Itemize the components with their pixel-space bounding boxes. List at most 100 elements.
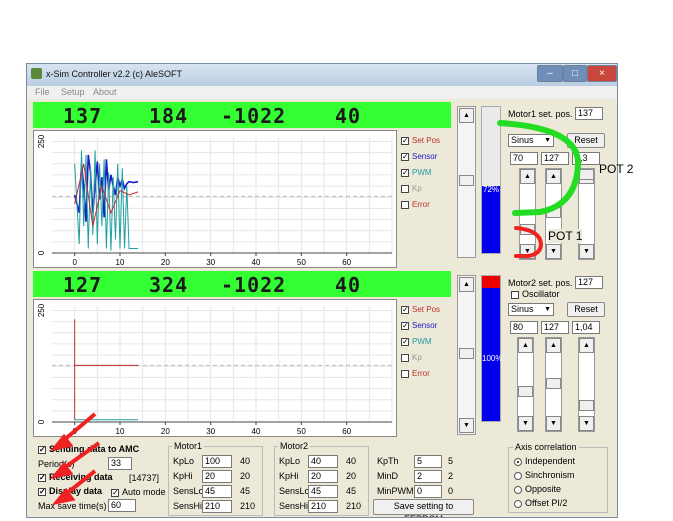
motor2-slider2-up[interactable]: ▲ (546, 338, 561, 353)
legend2-sensor[interactable]: ✓ Sensor (401, 321, 437, 330)
motor1-v3-field[interactable]: 0,3 (572, 152, 600, 165)
motor2-setpos-field[interactable]: 127 (575, 276, 603, 289)
auto-mode-checkbox[interactable]: ✓ Auto mode (111, 487, 166, 497)
legend2-setpos-checkbox[interactable]: ✓ (401, 305, 409, 314)
motor2-slider1-up[interactable]: ▲ (518, 338, 533, 353)
legend2-setpos[interactable]: ✓ Set Pos (401, 305, 440, 314)
motor2-mode-select[interactable]: Sinus ▼ (508, 303, 554, 316)
sending-data-checkbox[interactable]: ✓ Sending data to AMC (38, 444, 139, 454)
motor2-slider3-down[interactable]: ▼ (579, 416, 594, 431)
motor1_group-row-field[interactable]: 45 (202, 485, 232, 498)
motor1-slider-3[interactable]: ▲ ▼ (578, 168, 595, 260)
motor2-slider-3[interactable]: ▲ ▼ (578, 337, 595, 432)
motor1-slider2-thumb[interactable] (546, 207, 561, 218)
motor1-v2-field[interactable]: 127 (541, 152, 569, 165)
motor1-scroll-up[interactable]: ▲ (459, 108, 474, 123)
motor1_group-row-field[interactable]: 100 (202, 455, 232, 468)
motor2-v1-field[interactable]: 80 (510, 321, 538, 334)
motor2-scroll-down[interactable]: ▼ (459, 418, 474, 433)
axis-option-radio[interactable]: Opposite (514, 484, 561, 494)
menu-file[interactable]: File (35, 87, 50, 97)
motor2-slider2-down[interactable]: ▼ (546, 416, 561, 431)
motor1-v1-field[interactable]: 70 (510, 152, 538, 165)
menu-about[interactable]: About (93, 87, 117, 97)
menu-setup[interactable]: Setup (61, 87, 85, 97)
motor2-slider1-down[interactable]: ▼ (518, 416, 533, 431)
receiving-data-checkbox[interactable]: ✓ Receiving data (38, 472, 113, 482)
axis-option-radio[interactable]: Sinchronism (514, 470, 575, 480)
legend1-setpos[interactable]: ✓ Set Pos (401, 136, 440, 145)
motor1-slider-1[interactable]: ▲ ▼ (519, 168, 536, 260)
motor2-reset-button[interactable]: Reset (567, 302, 605, 317)
legend1-error-checkbox[interactable] (401, 200, 409, 209)
display-data-checkbox[interactable]: ✓ Display data (38, 486, 102, 496)
motor2_group-row-field[interactable]: 40 (308, 455, 338, 468)
legend2-kp-checkbox[interactable] (401, 353, 409, 362)
motor1_group-row-field[interactable]: 20 (202, 470, 232, 483)
motor2-scroll-thumb[interactable] (459, 348, 474, 359)
maximize-button[interactable]: □ (563, 65, 587, 82)
legend2-kp[interactable]: Kp (401, 353, 422, 362)
auto-mode-checkbox-box[interactable]: ✓ (111, 488, 119, 497)
motor1-slider3-down[interactable]: ▼ (579, 244, 594, 259)
radio-icon[interactable] (514, 457, 522, 466)
display-checkbox-box[interactable]: ✓ (38, 487, 46, 496)
motor1_group-row-field[interactable]: 210 (202, 500, 232, 513)
motor2-position-scrollbar[interactable]: ▲ ▼ (457, 275, 476, 435)
motor2-slider3-up[interactable]: ▲ (579, 338, 594, 353)
legend2-pwm[interactable]: ✓ PWM (401, 337, 432, 346)
motor1-reset-button[interactable]: Reset (567, 133, 605, 148)
legend1-sensor-checkbox[interactable]: ✓ (401, 152, 409, 161)
kp-row-field[interactable]: 0 (414, 485, 442, 498)
minimize-button[interactable]: – (537, 65, 563, 82)
max-save-field[interactable]: 60 (108, 499, 136, 512)
legend1-setpos-checkbox[interactable]: ✓ (401, 136, 409, 145)
motor1-slider1-down[interactable]: ▼ (520, 244, 535, 259)
motor2-scroll-up[interactable]: ▲ (459, 277, 474, 292)
motor1-slider3-thumb[interactable] (579, 169, 594, 180)
sending-checkbox-box[interactable]: ✓ (38, 445, 46, 454)
receiving-checkbox-box[interactable]: ✓ (38, 473, 46, 482)
motor2_group-row-field[interactable]: 20 (308, 470, 338, 483)
radio-icon[interactable] (514, 485, 522, 494)
motor2-slider-1[interactable]: ▲ ▼ (517, 337, 534, 432)
legend2-error-checkbox[interactable] (401, 369, 409, 378)
kp-row-field[interactable]: 2 (414, 470, 442, 483)
motor2_group-row-field[interactable]: 45 (308, 485, 338, 498)
period-field[interactable]: 33 (108, 457, 132, 470)
legend1-kp[interactable]: Kp (401, 184, 422, 193)
radio-icon[interactable] (514, 499, 522, 508)
motor1-slider1-thumb[interactable] (520, 224, 535, 235)
motor2-slider1-thumb[interactable] (518, 386, 533, 397)
save-eeprom-button[interactable]: Save setting to EEPROM (373, 499, 474, 517)
motor2-slider2-thumb[interactable] (546, 378, 561, 389)
axis-option-radio[interactable]: Offset PI/2 (514, 498, 567, 508)
motor1-slider2-down[interactable]: ▼ (546, 244, 561, 259)
motor1-slider-2[interactable]: ▲ ▼ (545, 168, 562, 260)
motor1-slider2-up[interactable]: ▲ (546, 169, 561, 184)
motor1-setpos-field[interactable]: 137 (575, 107, 603, 120)
motor2-oscillator-checkbox[interactable]: Oscillator (511, 289, 560, 299)
legend2-error[interactable]: Error (401, 369, 430, 378)
kp-row-field[interactable]: 5 (414, 455, 442, 468)
motor2-slider-2[interactable]: ▲ ▼ (545, 337, 562, 432)
legend1-kp-checkbox[interactable] (401, 184, 409, 193)
motor2-v2-field[interactable]: 127 (541, 321, 569, 334)
oscillator-checkbox-box[interactable] (511, 290, 519, 299)
motor2_group-row-field[interactable]: 210 (308, 500, 338, 513)
legend2-pwm-checkbox[interactable]: ✓ (401, 337, 409, 346)
legend1-pwm-checkbox[interactable]: ✓ (401, 168, 409, 177)
legend1-error[interactable]: Error (401, 200, 430, 209)
legend1-pwm[interactable]: ✓ PWM (401, 168, 432, 177)
motor1-mode-select[interactable]: Sinus ▼ (508, 134, 554, 147)
legend2-sensor-checkbox[interactable]: ✓ (401, 321, 409, 330)
motor1-position-scrollbar[interactable]: ▲ (457, 106, 476, 258)
motor2-slider3-thumb[interactable] (579, 400, 594, 411)
axis-option-radio[interactable]: Independent (514, 456, 575, 466)
motor1-slider1-up[interactable]: ▲ (520, 169, 535, 184)
radio-icon[interactable] (514, 471, 522, 480)
motor2-v3-field[interactable]: 1,04 (572, 321, 600, 334)
legend1-sensor[interactable]: ✓ Sensor (401, 152, 437, 161)
close-button[interactable]: × (587, 65, 617, 82)
motor1-scroll-thumb[interactable] (459, 175, 474, 186)
